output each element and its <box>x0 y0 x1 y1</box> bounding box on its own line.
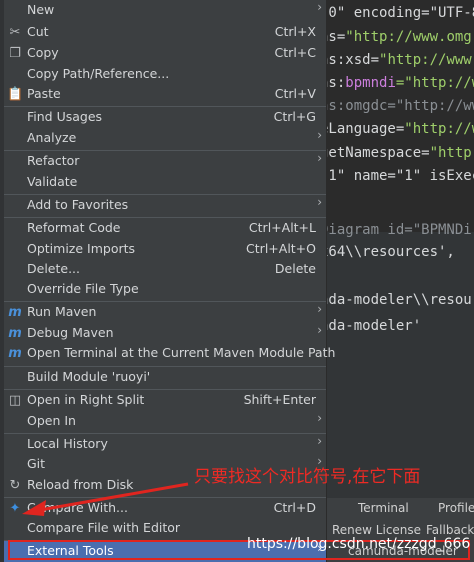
watermark: https://blog.csdn.net/zzzgd_666 <box>247 536 471 552</box>
annotation-text: 只要找这个对比符号,在它下面 <box>194 467 421 487</box>
